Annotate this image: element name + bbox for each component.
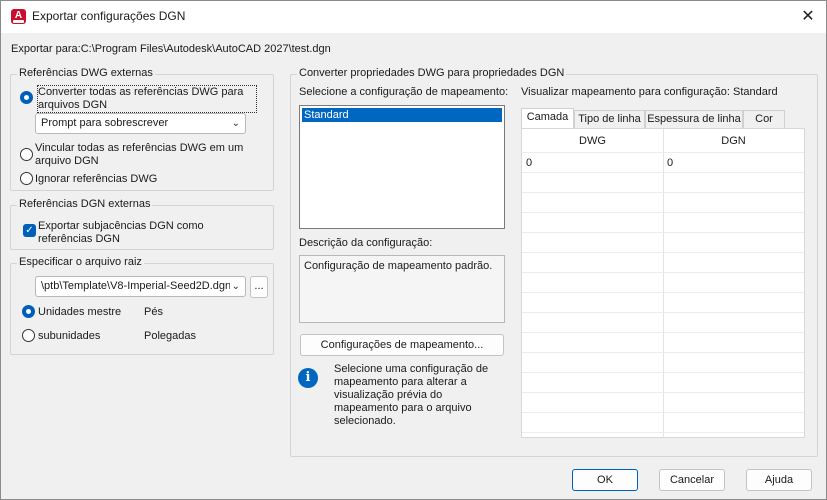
seed-file-group: Especificar o arquivo raiz \ptb\Template… [10, 256, 274, 355]
grid-row-line [522, 292, 804, 293]
cancel-button[interactable]: Cancelar [659, 469, 725, 491]
convert-props-group: Converter propriedades DWG para propried… [290, 67, 818, 457]
master-units-label[interactable]: Unidades mestre [38, 306, 121, 319]
dgn-refs-title: Referências DGN externas [17, 198, 153, 210]
grid-row-line [522, 332, 804, 333]
description-text: Configuração de mapeamento padrão. [304, 260, 493, 272]
seed-file-combo[interactable]: \ptb\Template\V8-Imperial-Seed2D.dgn ⌄ [35, 276, 246, 297]
convert-refs-label[interactable]: Converter todas as referências DWG para … [37, 85, 257, 113]
close-icon[interactable]: ✕ [796, 5, 820, 29]
sub-units-value: Polegadas [144, 330, 196, 342]
select-mapping-label: Selecione a configuração de mapeamento: [299, 86, 509, 98]
grid-row-line [522, 412, 804, 413]
overwrite-prompt-value: Prompt para sobrescrever [41, 117, 169, 129]
grid-row-line [522, 172, 804, 173]
grid-row-line [522, 312, 804, 313]
link-refs-radio[interactable] [20, 148, 33, 161]
tab-color[interactable]: Cor [743, 110, 785, 128]
grid-row-line [522, 352, 804, 353]
master-units-radio[interactable] [22, 305, 35, 318]
grid-row-line [522, 192, 804, 193]
seed-file-title: Especificar o arquivo raiz [17, 256, 144, 268]
grid-row-line [522, 272, 804, 273]
chevron-down-icon: ⌄ [231, 118, 240, 129]
export-path-label: Exportar para:C:\Program Files\Autodesk\… [11, 43, 331, 55]
export-underlays-label[interactable]: Exportar subjacências DGN como referênci… [38, 220, 258, 246]
column-header-dgn: DGN [721, 135, 746, 147]
tab-linetype[interactable]: Tipo de linha [574, 110, 645, 128]
preview-tabs: Camada Tipo de linha Espessura de linha … [521, 108, 803, 128]
description-label: Descrição da configuração: [299, 237, 433, 249]
seed-file-value: \ptb\Template\V8-Imperial-Seed2D.dgn [41, 280, 232, 292]
grid-divider [663, 129, 664, 437]
overwrite-prompt-combo[interactable]: Prompt para sobrescrever ⌄ [35, 113, 246, 134]
title-bar: A Exportar configurações DGN ✕ [1, 1, 826, 33]
preview-grid: DWG DGN 0 0 [521, 128, 805, 438]
convert-refs-radio[interactable] [20, 91, 33, 104]
tab-lineweight[interactable]: Espessura de linha [645, 110, 743, 128]
preview-label: Visualizar mapeamento para configuração:… [521, 86, 778, 98]
dialog-window: A Exportar configurações DGN ✕ Exportar … [0, 0, 827, 500]
column-header-dwg: DWG [579, 135, 606, 147]
sub-units-label[interactable]: subunidades [38, 330, 100, 343]
master-units-value: Pés [144, 306, 163, 318]
description-box: Configuração de mapeamento padrão. [299, 255, 505, 323]
grid-row-line [522, 392, 804, 393]
mapping-list-item[interactable]: Standard [302, 108, 502, 122]
ok-button[interactable]: OK [572, 469, 638, 491]
help-button[interactable]: Ajuda [746, 469, 812, 491]
grid-row-line [522, 152, 804, 153]
grid-cell-dwg: 0 [526, 157, 533, 169]
grid-row-line [522, 212, 804, 213]
browse-button[interactable]: ... [250, 276, 268, 298]
chevron-down-icon: ⌄ [229, 277, 240, 296]
info-text: Selecione uma configuração de mapeamento… [334, 363, 489, 427]
mapping-listbox[interactable]: Standard [299, 105, 505, 229]
tab-layer[interactable]: Camada [521, 108, 574, 128]
grid-cell-dgn: 0 [667, 157, 674, 169]
dgn-refs-group: Referências DGN externas ✓ Exportar subj… [10, 198, 274, 250]
grid-row-line [522, 432, 804, 433]
mapping-setup-button[interactable]: Configurações de mapeamento... [300, 334, 504, 356]
grid-row-line [522, 372, 804, 373]
ignore-refs-radio[interactable] [20, 172, 33, 185]
info-icon: i [298, 368, 318, 388]
ignore-refs-label[interactable]: Ignorar referências DWG [35, 173, 157, 186]
grid-row-line [522, 232, 804, 233]
sub-units-radio[interactable] [22, 329, 35, 342]
autocad-logo-icon: A [11, 9, 26, 24]
dwg-refs-title: Referências DWG externas [17, 67, 155, 79]
dwg-refs-group: Referências DWG externas Converter todas… [10, 67, 274, 191]
grid-row-line [522, 252, 804, 253]
convert-props-title: Converter propriedades DWG para propried… [297, 67, 567, 79]
export-underlays-checkbox[interactable]: ✓ [23, 224, 36, 237]
window-title: Exportar configurações DGN [32, 9, 186, 23]
link-refs-label[interactable]: Vincular todas as referências DWG em um … [35, 142, 257, 168]
